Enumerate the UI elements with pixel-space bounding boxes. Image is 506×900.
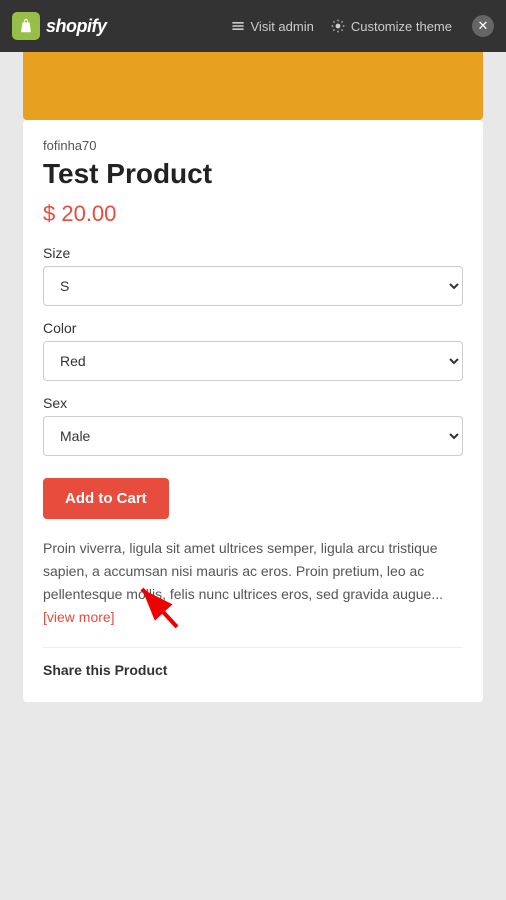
share-section: Share this Product bbox=[43, 647, 463, 678]
sex-option-group: Sex Male Female bbox=[43, 395, 463, 456]
size-option-group: Size S M L XL bbox=[43, 245, 463, 306]
brand-name: shopify bbox=[46, 16, 107, 37]
vendor-name: fofinha70 bbox=[43, 138, 463, 153]
page-wrapper: shopify Visit admin Customize theme ✕ fo… bbox=[0, 0, 506, 732]
topbar: shopify Visit admin Customize theme ✕ bbox=[0, 0, 506, 52]
add-to-cart-button[interactable]: Add to Cart bbox=[43, 478, 169, 519]
view-more-link[interactable]: [view more] bbox=[43, 609, 115, 625]
size-label: Size bbox=[43, 245, 463, 261]
sex-select[interactable]: Male Female bbox=[43, 416, 463, 456]
color-select[interactable]: Red Blue Green bbox=[43, 341, 463, 381]
shopify-bag-icon bbox=[12, 12, 40, 40]
product-image bbox=[23, 52, 483, 120]
sex-label: Sex bbox=[43, 395, 463, 411]
product-card: fofinha70 Test Product $ 20.00 Size S M … bbox=[23, 120, 483, 702]
visit-admin-label: Visit admin bbox=[251, 19, 314, 34]
annotation-arrow-icon bbox=[127, 577, 182, 632]
color-label: Color bbox=[43, 320, 463, 336]
customize-theme-link[interactable]: Customize theme bbox=[330, 18, 452, 34]
close-button[interactable]: ✕ bbox=[472, 15, 494, 37]
share-label: Share this Product bbox=[43, 662, 167, 678]
color-option-group: Color Red Blue Green bbox=[43, 320, 463, 381]
visit-admin-link[interactable]: Visit admin bbox=[230, 18, 314, 34]
customize-theme-label: Customize theme bbox=[351, 19, 452, 34]
product-description: Proin viverra, ligula sit amet ultrices … bbox=[43, 537, 463, 629]
size-select[interactable]: S M L XL bbox=[43, 266, 463, 306]
product-title: Test Product bbox=[43, 157, 463, 191]
shopify-logo: shopify bbox=[12, 12, 107, 40]
product-price: $ 20.00 bbox=[43, 201, 463, 227]
description-text: Proin viverra, ligula sit amet ultrices … bbox=[43, 540, 443, 602]
content-wrapper: fofinha70 Test Product $ 20.00 Size S M … bbox=[0, 52, 506, 732]
